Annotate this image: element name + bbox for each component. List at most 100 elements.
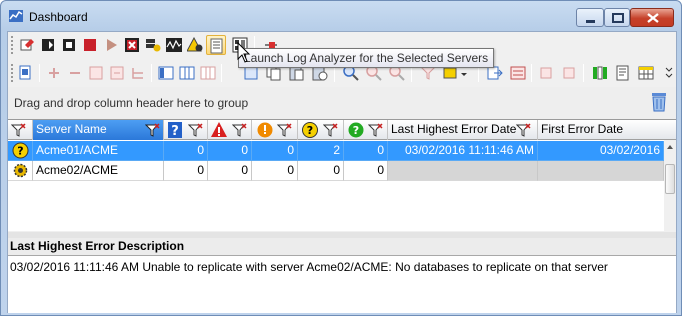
stop-all-icon — [63, 39, 75, 51]
toolbar-grip[interactable] — [11, 64, 14, 82]
grid-icon — [638, 66, 654, 80]
title-bar[interactable]: Dashboard — [1, 1, 681, 31]
remove-row-icon — [70, 72, 80, 74]
question-icon: ? — [302, 122, 318, 138]
filter-icon — [277, 123, 292, 137]
minimize-button[interactable] — [576, 8, 604, 27]
redo-button[interactable] — [559, 63, 579, 83]
undo-button[interactable] — [536, 63, 556, 83]
properties-button[interactable] — [17, 35, 37, 55]
question-icon: ? — [12, 142, 29, 159]
column-header-question[interactable]: ? — [298, 120, 344, 140]
server-replicate-button[interactable] — [143, 35, 163, 55]
expand-button[interactable] — [107, 63, 127, 83]
column-header-ok[interactable]: ? — [344, 120, 388, 140]
expand-icon — [110, 66, 124, 80]
toolbar-separator — [531, 64, 532, 82]
columns-left-button[interactable] — [156, 63, 176, 83]
column-header-info[interactable]: ? — [164, 120, 208, 140]
toolbar-grip[interactable] — [11, 36, 14, 54]
column-header-last-highest-error-date[interactable]: Last Highest Error Date — [388, 120, 538, 140]
filter-icon — [368, 123, 383, 137]
filter-icon — [145, 123, 160, 137]
toolbar-separator — [583, 64, 584, 82]
chevron-down-icon — [665, 67, 673, 78]
redo-icon — [563, 67, 575, 79]
row-status-cell — [8, 161, 33, 181]
column-header-error[interactable] — [208, 120, 252, 140]
stop-all-button[interactable] — [59, 35, 79, 55]
svg-text:?: ? — [171, 124, 179, 139]
bar-button[interactable] — [590, 63, 610, 83]
stop-button[interactable] — [80, 35, 100, 55]
svg-text:?: ? — [307, 124, 313, 137]
start-all-icon — [42, 39, 54, 51]
column-header-status[interactable] — [8, 120, 33, 140]
delete-button[interactable] — [649, 90, 669, 112]
last-highest-error-date-cell — [388, 161, 538, 181]
alert-warning-button[interactable] — [185, 35, 205, 55]
ok-count-cell: 0 — [344, 161, 388, 181]
column-header-first-error-date[interactable]: First Error Date — [538, 120, 664, 140]
column-header-server-name[interactable]: Server Name — [33, 120, 164, 140]
cancel-button[interactable] — [122, 35, 142, 55]
toolbar-separator — [151, 64, 152, 82]
ok-count-cell: 0 — [344, 141, 388, 161]
grid-button[interactable] — [636, 63, 656, 83]
align-button[interactable] — [508, 63, 528, 83]
play-icon — [107, 39, 117, 51]
table-row[interactable]: ? Acme01/ACME 0 0 0 2 0 03/02/2016 11:11… — [8, 141, 676, 161]
table-row[interactable]: Acme02/ACME 0 0 0 0 0 — [8, 161, 676, 181]
cancel-icon — [125, 38, 139, 52]
last-highest-error-date-cell: 03/02/2016 11:11:46 AM — [388, 141, 538, 161]
first-error-date-cell — [538, 161, 664, 181]
columns-button[interactable] — [177, 63, 197, 83]
column-header-warning[interactable] — [252, 120, 298, 140]
ok-question-icon: ? — [348, 122, 364, 138]
error-count-cell: 0 — [208, 161, 252, 181]
maximize-button[interactable] — [604, 8, 630, 27]
performance-button[interactable] — [164, 35, 184, 55]
description-header: Last Highest Error Description — [8, 238, 676, 255]
remove-row-button[interactable] — [65, 63, 85, 83]
minimize-icon — [586, 20, 595, 23]
close-button[interactable] — [630, 8, 674, 27]
vertical-scrollbar[interactable] — [664, 140, 676, 247]
info-count-cell: 0 — [164, 161, 208, 181]
row-status-cell: ? — [8, 141, 33, 161]
add-row-icon — [49, 68, 59, 78]
columns-right-button[interactable] — [198, 63, 218, 83]
warning-circle-icon — [257, 122, 273, 138]
play-button[interactable] — [101, 35, 121, 55]
filter-icon — [516, 123, 531, 137]
collapse-button[interactable] — [86, 63, 106, 83]
print-preview-button[interactable] — [16, 63, 36, 83]
server-name-cell: Acme01/ACME — [33, 141, 164, 161]
log-analyzer-icon — [210, 38, 223, 54]
dashboard-app-icon — [9, 10, 23, 22]
description-text: 03/02/2016 11:11:46 AM Unable to replica… — [8, 255, 676, 313]
svg-text:?: ? — [353, 124, 359, 137]
server-replicate-icon — [146, 39, 161, 52]
filter-icon — [11, 123, 26, 137]
dashboard-window: Dashboard Drag and drop column header he… — [0, 0, 682, 316]
filter-icon — [232, 123, 247, 137]
maximize-icon — [612, 13, 624, 23]
toolbar-separator — [39, 64, 40, 82]
toolbar-overflow[interactable] — [664, 64, 674, 82]
toolbar-separator — [221, 64, 222, 82]
start-all-button[interactable] — [38, 35, 58, 55]
bar-icon — [593, 66, 607, 80]
info-server-icon: ? — [168, 122, 182, 139]
tree-button[interactable] — [128, 63, 148, 83]
wrap-button[interactable] — [613, 63, 633, 83]
columns-right-icon — [200, 66, 216, 80]
group-by-hint: Drag and drop column header here to grou… — [14, 96, 249, 110]
group-by-area[interactable]: Drag and drop column header here to grou… — [8, 87, 676, 119]
info-count-cell: 0 — [164, 141, 208, 161]
add-row-button[interactable] — [44, 63, 64, 83]
trash-icon — [652, 93, 666, 112]
log-analyzer-button[interactable] — [206, 35, 226, 55]
warning-count-cell: 0 — [252, 161, 298, 181]
vertical-scroll-thumb[interactable] — [665, 164, 675, 194]
